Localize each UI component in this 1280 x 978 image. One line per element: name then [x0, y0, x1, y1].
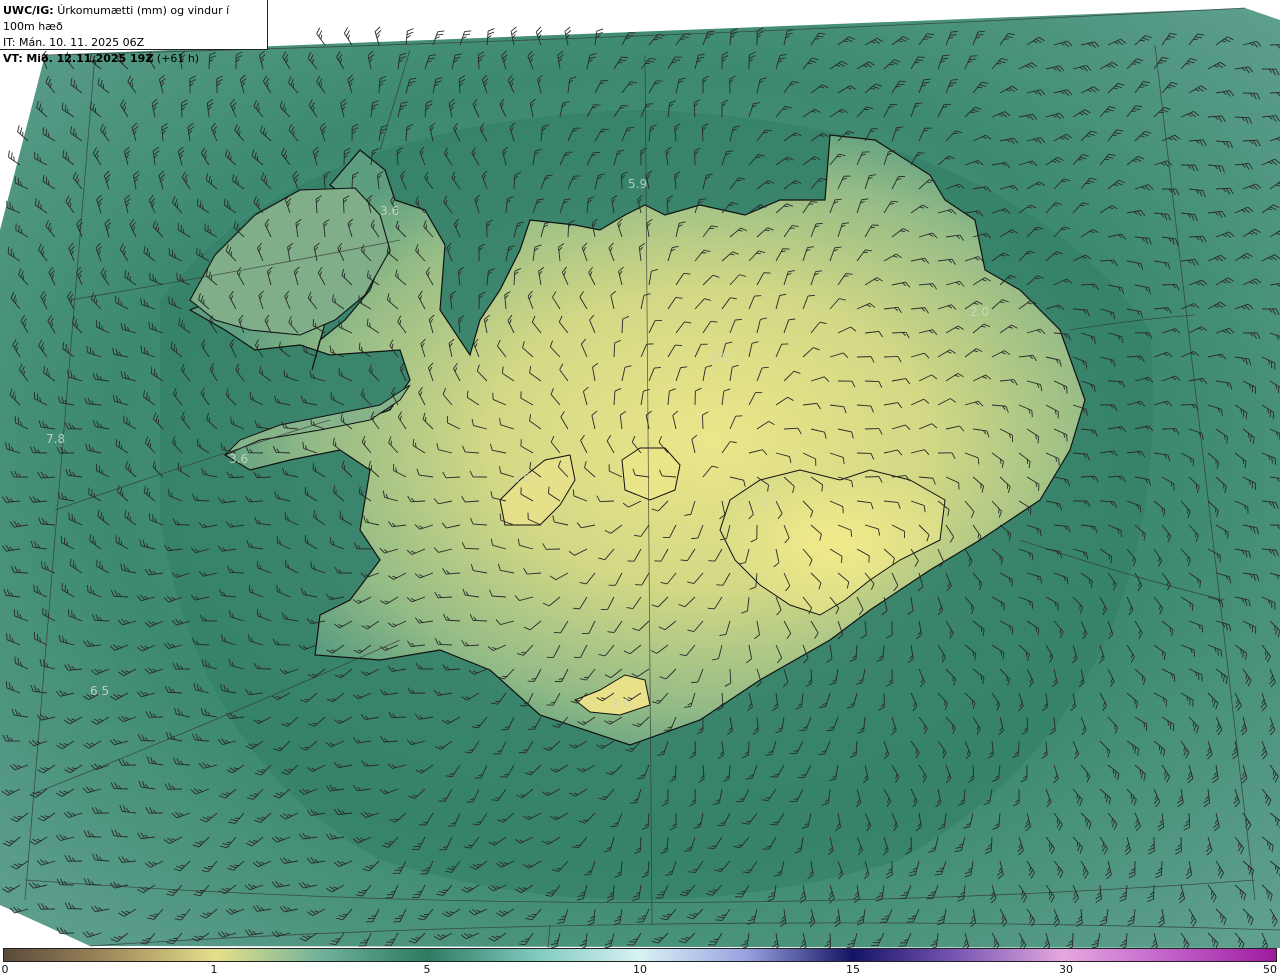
colorbar-tick-label: 30 [1059, 963, 1073, 976]
colorbar-tick-label: 0 [1, 963, 9, 976]
lead-time: (+61 h) [156, 52, 200, 65]
valid-time-label: VT: [3, 52, 23, 65]
precip-max-label: 3.6 [229, 452, 248, 466]
precip-max-label: 2.0 [710, 350, 729, 364]
precip-max-label: 7.8 [46, 432, 65, 446]
colorbar-tick-label: 5 [423, 963, 431, 976]
colorbar-tick-label: 10 [633, 963, 647, 976]
valid-time: Mið. 12.11.2025 19Z [26, 52, 154, 65]
colorbar-tick-label: 1 [210, 963, 218, 976]
colorbar-tick-label: 15 [846, 963, 860, 976]
init-time: Mán. 10. 11. 2025 06Z [18, 36, 145, 49]
map-header: UWC/IG: Úrkomumætti (mm) og vindur í 100… [0, 0, 268, 65]
valid-time-line: VT: Mið. 12.11.2025 19Z (+61 h) [3, 51, 264, 67]
colorbar [3, 948, 1277, 962]
init-time-label: IT: [3, 36, 16, 49]
precip-max-label: 6.5 [90, 684, 109, 698]
product-title-line: UWC/IG: Úrkomumætti (mm) og vindur í 100… [3, 3, 264, 35]
precip-max-label: 1.0 [512, 471, 531, 485]
precipitation-wind-map: 5.9 3.6 7.8 3.6 6.5 2.0 2.0 1.0 1.1 1.6 [0, 7, 1280, 948]
wind-barb [316, 27, 326, 46]
precip-max-label: 5.9 [628, 177, 647, 191]
colorbar-tick-label: 50 [1263, 963, 1277, 976]
model-name: UWC/IG: [3, 4, 54, 17]
precip-max-label: 2.0 [970, 305, 989, 319]
wind-barb [343, 27, 353, 46]
init-time-line: IT: Mán. 10. 11. 2025 06Z [3, 35, 264, 51]
precip-max-label: 1.6 [612, 696, 631, 710]
precip-max-label: 1.1 [760, 495, 779, 509]
precip-max-label: 3.6 [380, 204, 399, 218]
